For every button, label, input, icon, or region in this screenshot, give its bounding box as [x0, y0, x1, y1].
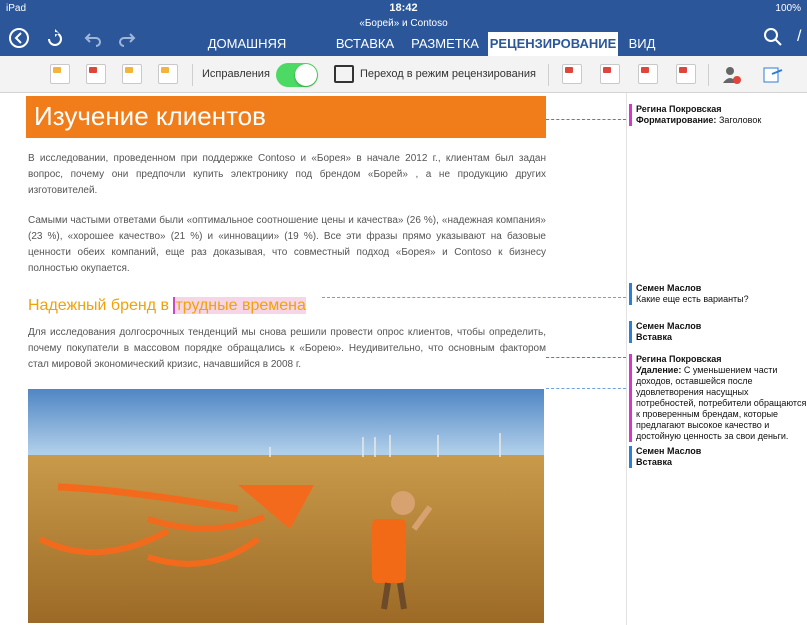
redo-icon [119, 33, 136, 47]
accept-change-button[interactable] [50, 64, 70, 84]
inserted-text[interactable]: трудные времена [173, 297, 306, 314]
comment-connector [546, 388, 626, 389]
photo-image [28, 389, 544, 623]
previous-comment-icon [641, 67, 649, 73]
next-comment-icon [679, 67, 687, 73]
track-changes-toggle[interactable] [276, 63, 318, 87]
comment-type: Форматирование: [636, 115, 717, 125]
reject-icon [89, 67, 97, 73]
comment-author: Семен Маслов [636, 321, 702, 331]
previous-icon [125, 67, 133, 73]
back-button[interactable] [8, 27, 30, 49]
subheading-text: Надежный бренд в [28, 297, 174, 314]
review-mode-label[interactable]: Переход в режим рецензирования [360, 68, 536, 80]
previous-comment-button[interactable] [638, 64, 658, 84]
back-arrow-icon [9, 28, 29, 48]
comment-type: Вставка [636, 332, 672, 342]
search-button[interactable] [763, 27, 785, 49]
kite-field-photo[interactable] [28, 389, 544, 623]
comment-4[interactable]: Регина Покровская Удаление: С уменьшение… [629, 354, 807, 442]
tab-layout[interactable]: РАЗМЕТКА [406, 32, 484, 56]
toolbar-divider [192, 64, 193, 86]
paragraph-1[interactable]: В исследовании, проведенном при поддержк… [28, 151, 546, 199]
tab-insert[interactable]: ВСТАВКА [330, 32, 400, 56]
next-change-button[interactable] [158, 64, 178, 84]
comment-type: Удаление: [636, 365, 682, 375]
paragraph-2[interactable]: Самыми частыми ответами были «оптимально… [28, 213, 546, 277]
next-comment-button[interactable] [676, 64, 696, 84]
reject-change-button[interactable] [86, 64, 106, 84]
markup-icon [763, 67, 783, 83]
comment-icon [565, 67, 573, 73]
ribbon-header: «Борей» и Contoso ДОМАШНЯЯ СТРАНИЦА ВСТА… [0, 18, 807, 75]
clock: 18:42 [389, 2, 418, 14]
comment-text: С уменьшением части доходов, оставшейся … [636, 365, 807, 441]
review-toolbar: Исправления Переход в режим рецензирован… [0, 56, 807, 93]
markup-button[interactable] [762, 64, 784, 86]
author-button[interactable] [722, 65, 742, 85]
review-mode-icon[interactable] [334, 65, 354, 83]
new-comment-button[interactable] [562, 64, 582, 84]
delete-comment-icon [603, 67, 611, 73]
redo-button[interactable] [116, 27, 138, 49]
heading-block: Изучение клиентов [26, 96, 546, 138]
comment-connector [546, 119, 626, 120]
tab-home[interactable]: ДОМАШНЯЯ СТРАНИЦА [172, 32, 322, 75]
comment-5[interactable]: Семен Маслов Вставка [629, 446, 807, 468]
search-icon [764, 28, 782, 46]
comment-type: Вставка [636, 457, 672, 467]
status-bar: iPad 18:42 100% [0, 0, 807, 18]
paragraph-3[interactable]: Для исследования долгосрочных тенденций … [28, 325, 546, 373]
comment-author: Регина Покровская [636, 354, 722, 364]
tab-review[interactable]: РЕЦЕНЗИРОВАНИЕ [488, 32, 618, 56]
undo-icon [84, 33, 101, 47]
comment-2[interactable]: Семен Маслов Какие еще есть варианты? [629, 283, 807, 305]
next-icon [161, 67, 169, 73]
track-changes-label: Исправления [202, 68, 270, 80]
toolbar-divider [708, 64, 709, 86]
tab-view[interactable]: ВИД [624, 32, 660, 56]
comment-1[interactable]: Регина Покровская Форматирование: Заголо… [629, 104, 807, 126]
delete-comment-button[interactable] [600, 64, 620, 84]
comment-text: Заголовок [718, 115, 762, 125]
sync-button[interactable] [44, 27, 66, 49]
battery-level: 100% [775, 3, 801, 14]
comment-author: Семен Маслов [636, 446, 702, 456]
previous-change-button[interactable] [122, 64, 142, 84]
accept-icon [53, 67, 61, 73]
toggle-knob [295, 64, 317, 86]
undo-button[interactable] [82, 27, 104, 49]
subheading[interactable]: Надежный бренд в трудные времена [28, 297, 306, 315]
toolbar-divider [548, 64, 549, 86]
comment-author: Регина Покровская [636, 104, 722, 114]
sync-icon [48, 29, 62, 46]
person-icon [723, 67, 741, 84]
comment-connector [322, 297, 626, 298]
comment-author: Семен Маслов [636, 283, 702, 293]
comment-connector [546, 357, 626, 358]
document-heading[interactable]: Изучение клиентов [34, 101, 266, 132]
comment-3[interactable]: Семен Маслов Вставка [629, 321, 807, 343]
share-icon[interactable]: / [797, 28, 807, 48]
comment-text: Какие еще есть варианты? [636, 294, 749, 304]
